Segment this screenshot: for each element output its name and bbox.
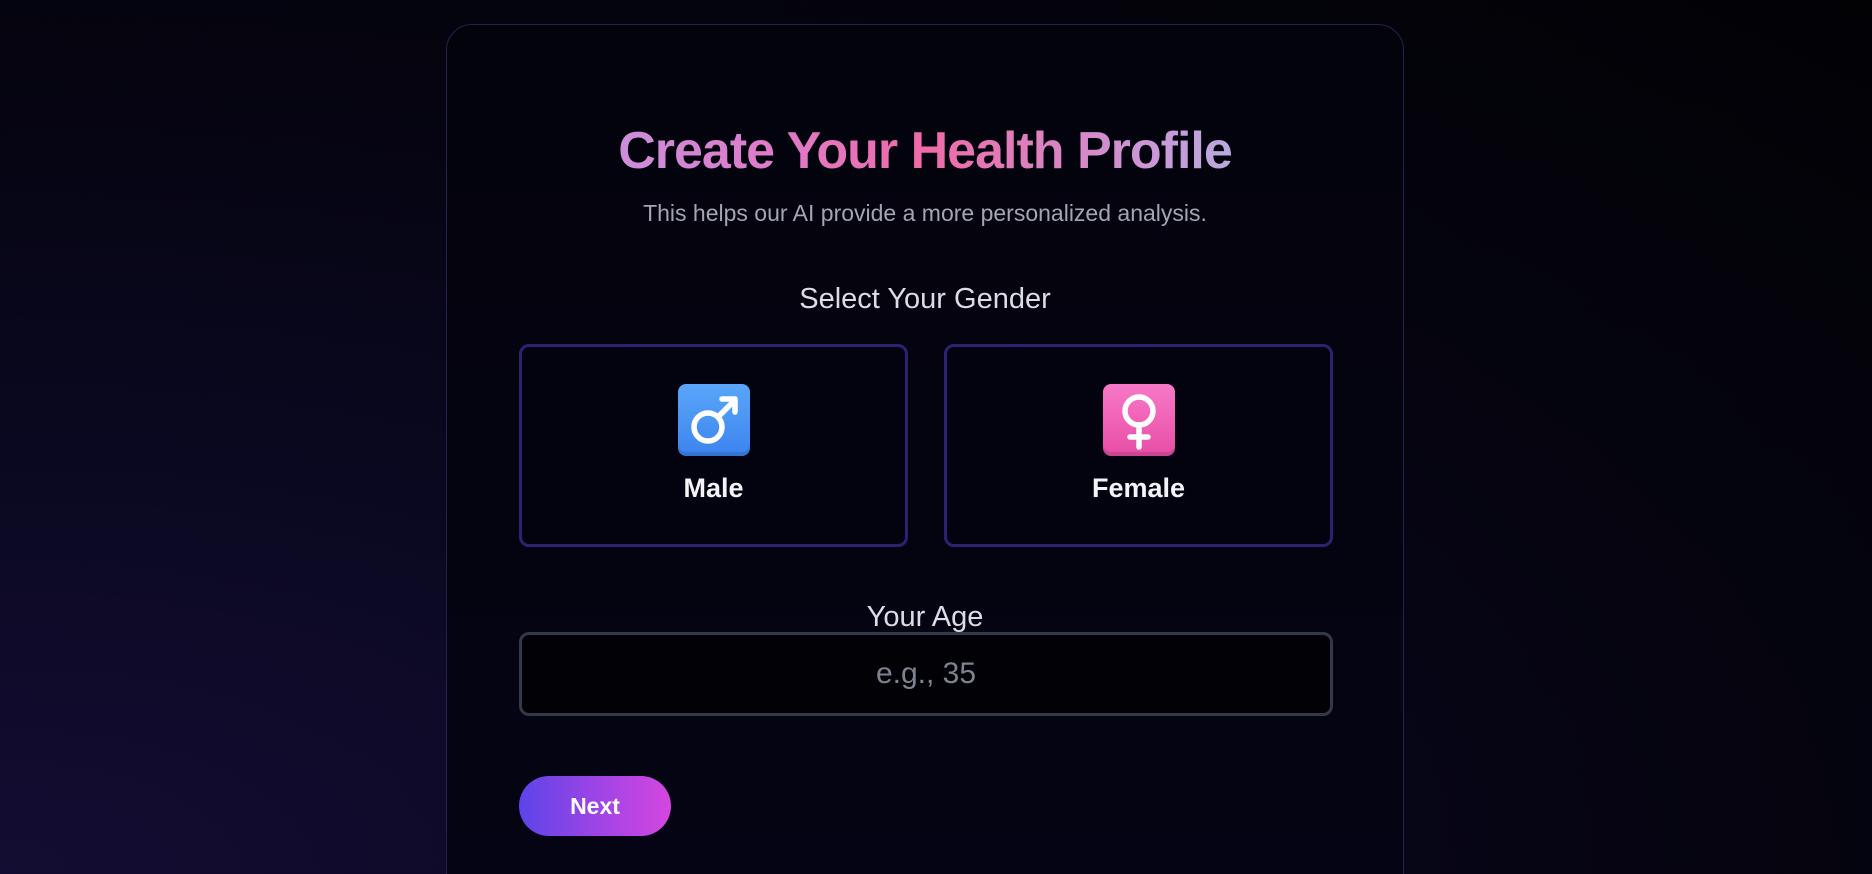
female-sign-icon — [1102, 384, 1175, 456]
age-section-label: Your Age — [866, 601, 984, 633]
gender-option-label: Male — [683, 473, 744, 503]
age-input[interactable] — [519, 632, 1333, 716]
male-sign-icon — [677, 384, 750, 456]
next-button[interactable]: Next — [519, 776, 671, 836]
profile-card: Create Your Health Profile This helps ou… — [446, 24, 1404, 874]
gender-option-male[interactable]: Male — [519, 344, 908, 547]
page-subtitle: This helps our AI provide a more persona… — [643, 200, 1207, 226]
page-title: Create Your Health Profile — [447, 121, 1403, 181]
gender-option-label: Female — [1091, 473, 1186, 503]
gender-section-label: Select Your Gender — [799, 283, 1051, 315]
gender-option-female[interactable]: Female — [944, 344, 1333, 547]
